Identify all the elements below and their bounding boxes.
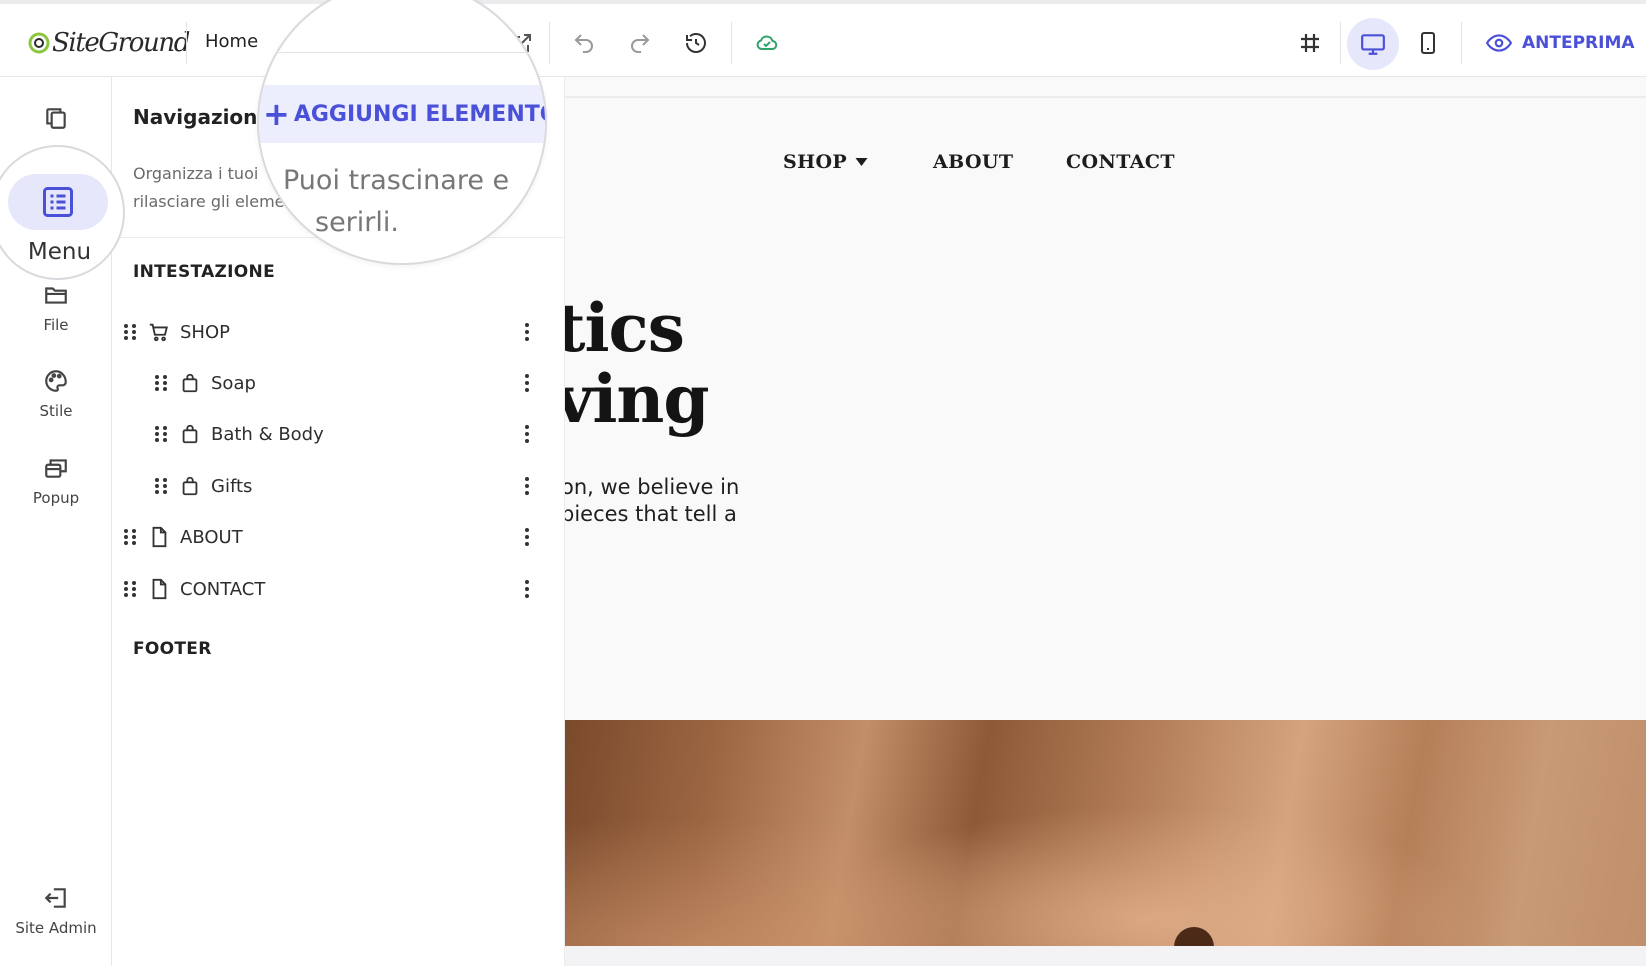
divider [549, 22, 550, 64]
hero-heading-line: ving [565, 360, 710, 438]
siteground-logo-icon [28, 32, 50, 54]
panel-title: Navigazione [133, 105, 271, 129]
rail-label-popup: Popup [32, 489, 80, 507]
bag-icon [182, 424, 198, 444]
grid-icon[interactable] [1294, 27, 1326, 59]
more-options-icon[interactable] [517, 424, 537, 444]
divider [731, 22, 732, 64]
undo-icon[interactable] [568, 27, 600, 59]
divider [186, 22, 187, 64]
bag-icon [182, 476, 198, 496]
rail-label-menu: Menu [27, 239, 92, 265]
menu-item-label: CONTACT [180, 578, 266, 600]
caret-down-icon [855, 158, 868, 166]
mobile-view-icon[interactable] [1412, 27, 1444, 59]
menu-item-label: Bath & Body [211, 423, 324, 445]
eye-icon [1486, 34, 1512, 52]
drag-handle-icon[interactable] [122, 323, 138, 341]
magnifier-add-element: + AGGIUNGI ELEMENTO Puoi trascinare e se… [257, 0, 547, 265]
pages-icon [46, 108, 66, 129]
preview-label: ANTEPRIMA [1522, 33, 1635, 53]
more-options-icon[interactable] [517, 373, 537, 393]
rail-label-style: Stile [39, 402, 73, 420]
menu-item-label: ABOUT [180, 526, 243, 548]
rail-item-popup[interactable]: Popup [0, 455, 112, 507]
menu-item-label: Soap [211, 372, 256, 394]
add-element-label: AGGIUNGI ELEMENTO [293, 101, 547, 127]
cloud-saved-icon[interactable] [751, 27, 783, 59]
menu-item-shop[interactable]: SHOP [112, 312, 565, 352]
divider [259, 52, 545, 53]
more-options-icon[interactable] [517, 579, 537, 599]
cart-icon [149, 323, 168, 342]
divider [1461, 22, 1462, 64]
page-icon [152, 578, 167, 600]
menu-item-about[interactable]: ABOUT [112, 517, 565, 557]
menu-list-icon [43, 187, 73, 217]
site-nav-label: SHOP [783, 151, 848, 173]
rail-item-menu[interactable]: Menu [0, 145, 125, 280]
palette-icon [45, 370, 67, 392]
drag-hint-line: serirli. [315, 207, 399, 238]
menu-item-gifts[interactable]: Gifts [112, 466, 565, 506]
brand-name: SiteGround [52, 28, 190, 58]
page-icon [152, 526, 167, 548]
site-nav-contact[interactable]: CONTACT [1066, 151, 1175, 173]
exit-icon [44, 888, 66, 908]
divider [1340, 22, 1341, 64]
canvas-footer-strip [565, 946, 1646, 966]
bag-icon [182, 373, 198, 393]
drag-handle-icon[interactable] [153, 374, 169, 392]
drag-hint: Puoi trascinare e serirli. [283, 160, 543, 244]
popup-icon [45, 459, 67, 478]
rail-item-file[interactable]: File [0, 282, 112, 334]
history-icon[interactable] [680, 27, 712, 59]
preview-button[interactable]: ANTEPRIMA [1486, 30, 1635, 56]
site-canvas[interactable]: SHOP ABOUT CONTACT tics ving on, we beli… [565, 77, 1646, 966]
site-nav-shop[interactable]: SHOP [783, 151, 868, 173]
hero-image [565, 720, 1646, 966]
desktop-icon [1361, 34, 1385, 55]
drag-handle-icon[interactable] [153, 477, 169, 495]
drag-handle-icon[interactable] [153, 425, 169, 443]
menu-item-bath-body[interactable]: Bath & Body [112, 414, 565, 454]
hero-paragraph-line: pieces that tell a [565, 502, 737, 526]
siteground-logo[interactable]: SiteGround [28, 26, 190, 60]
hero-heading-line: tics [565, 289, 685, 367]
redo-icon[interactable] [624, 27, 656, 59]
more-options-icon[interactable] [517, 322, 537, 342]
drag-handle-icon[interactable] [122, 528, 138, 546]
add-element-button[interactable]: + AGGIUNGI ELEMENTO [259, 85, 547, 143]
desktop-view-button[interactable] [1347, 18, 1399, 70]
rail-item-site-admin[interactable]: Site Admin [0, 885, 112, 937]
menu-item-contact[interactable]: CONTACT [112, 569, 565, 609]
menu-item-label: SHOP [180, 321, 230, 343]
hero-paragraph-line: on, we believe in [565, 475, 740, 499]
folder-icon [45, 287, 67, 304]
rail-item-pages[interactable] [0, 105, 112, 131]
drag-handle-icon[interactable] [122, 580, 138, 598]
page-selector[interactable]: Home [205, 31, 258, 52]
site-nav-about[interactable]: ABOUT [933, 151, 1013, 173]
section-header: FOOTER [133, 639, 212, 659]
menu-active-pill [8, 174, 108, 230]
menu-item-label: Gifts [211, 475, 253, 497]
more-options-icon[interactable] [517, 527, 537, 547]
drag-hint-line: Puoi trascinare e [283, 165, 510, 196]
section-header: INTESTAZIONE [133, 262, 275, 282]
divider [565, 96, 1646, 98]
rail-label-file: File [43, 316, 69, 334]
rail-label-site-admin: Site Admin [15, 919, 97, 937]
plus-icon: + [263, 95, 290, 133]
top-toolbar: SiteGround Home ANTEPRIMA [0, 0, 1646, 77]
rail-item-style[interactable]: Stile [0, 368, 112, 420]
menu-item-soap[interactable]: Soap [112, 363, 565, 403]
more-options-icon[interactable] [517, 476, 537, 496]
